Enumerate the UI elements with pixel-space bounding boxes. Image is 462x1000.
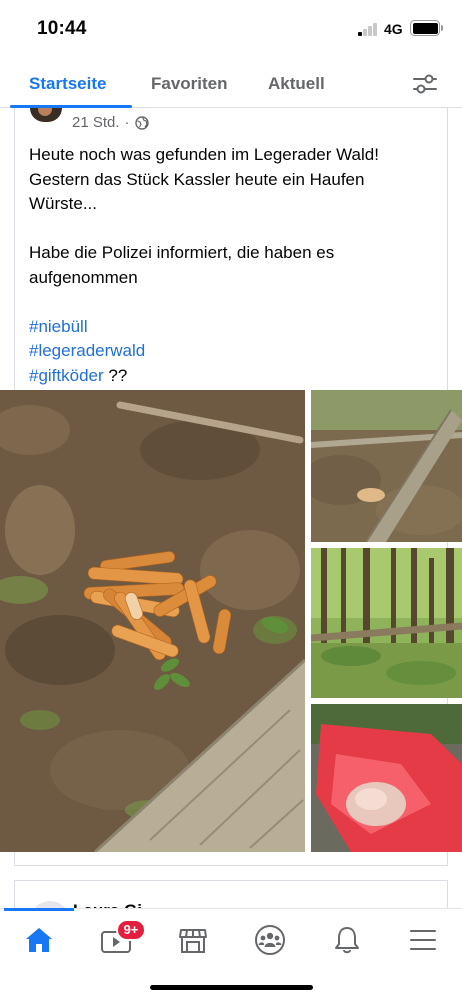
hashtag-link[interactable]: #giftköder	[29, 366, 104, 385]
tab-aktuell[interactable]: Aktuell	[268, 74, 325, 94]
meta-separator: ·	[124, 114, 130, 131]
home-indicator	[150, 985, 313, 990]
post-line: aufgenommen	[29, 267, 138, 287]
tab-startseite[interactable]: Startseite	[29, 74, 106, 94]
photo-forest[interactable]	[311, 548, 462, 698]
filter-icon[interactable]	[410, 71, 440, 97]
network-type: 4G	[384, 21, 403, 37]
post-photo-grid	[0, 390, 462, 852]
photo-red-bag[interactable]	[311, 704, 462, 852]
battery-tip	[441, 25, 443, 31]
active-nav-indicator	[4, 908, 74, 911]
status-time: 10:44	[37, 18, 87, 39]
status-bar: 10:44 4G	[0, 0, 462, 58]
notifications-icon	[335, 927, 359, 954]
feed-tab-bar: Startseite Favoriten Aktuell	[0, 58, 462, 108]
post-line: Habe die Polizei informiert, die haben e…	[29, 243, 335, 262]
photo-fallen-tree[interactable]	[311, 390, 462, 542]
post-line: Heute noch was gefunden im Legerader Wal…	[29, 145, 379, 164]
nav-marketplace[interactable]	[175, 923, 211, 957]
video-badge: 9+	[116, 919, 146, 941]
hashtag-link[interactable]: #legeraderwald	[29, 341, 145, 360]
post-time[interactable]: 21 Std.	[72, 114, 120, 131]
home-icon	[26, 928, 52, 952]
globe-icon	[134, 115, 149, 130]
post-meta: 21 Std. ·	[72, 114, 149, 131]
nav-menu[interactable]	[405, 923, 441, 957]
author-avatar[interactable]	[30, 108, 62, 122]
marketplace-icon	[179, 929, 207, 953]
tab-favoriten[interactable]: Favoriten	[151, 74, 228, 94]
photo-sausages[interactable]	[0, 390, 305, 852]
groups-icon	[255, 925, 285, 955]
signal-strength-icon	[358, 22, 378, 36]
nav-notifications[interactable]	[329, 923, 365, 957]
nav-groups[interactable]	[252, 923, 288, 957]
nav-home[interactable]	[21, 923, 57, 957]
post-text: Heute noch was gefunden im Legerader Wal…	[29, 143, 439, 388]
post-line: Gestern das Stück Kassler heute ein Hauf…	[29, 169, 365, 189]
hashtag-suffix: ??	[103, 365, 128, 385]
post-line: Würste...	[29, 194, 98, 213]
author-name-cut[interactable]	[105, 104, 215, 112]
menu-icon	[410, 930, 436, 950]
battery-icon	[410, 20, 440, 36]
hashtag-link[interactable]: #niebüll	[29, 317, 88, 336]
